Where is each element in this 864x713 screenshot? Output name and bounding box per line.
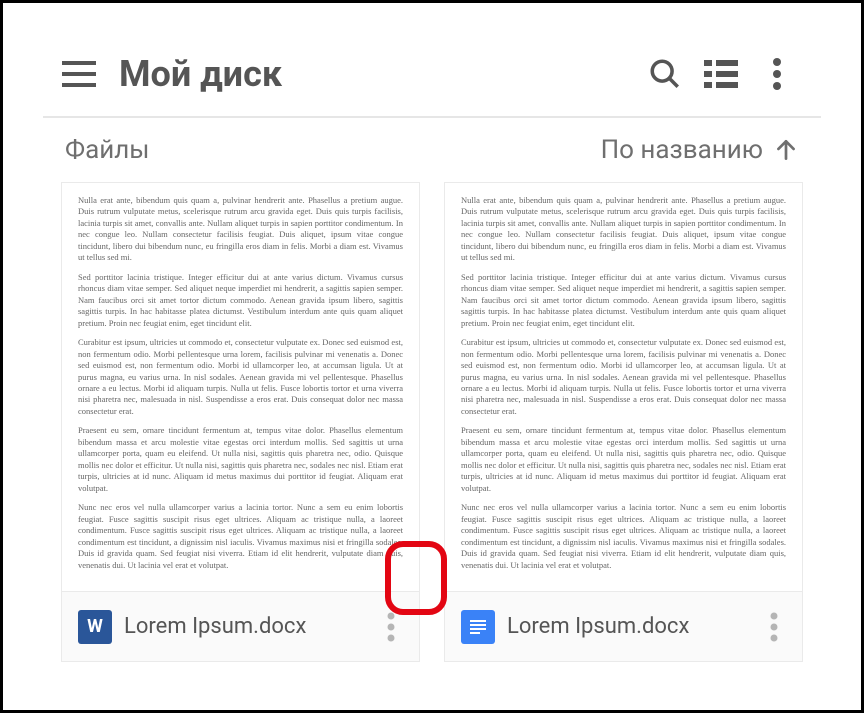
file-name: Lorem Ipsum.docx — [507, 614, 742, 639]
file-footer: W Lorem Ipsum.docx — [62, 591, 419, 661]
file-more-button[interactable] — [754, 601, 794, 653]
overflow-menu-icon[interactable] — [749, 46, 805, 102]
page-title: Мой диск — [119, 53, 282, 95]
file-footer: Lorem Ipsum.docx — [445, 591, 802, 661]
search-icon[interactable] — [637, 46, 693, 102]
app-bar: Мой диск — [43, 33, 821, 118]
section-bar: Файлы По названию — [43, 118, 821, 182]
word-doc-icon: W — [78, 610, 112, 644]
arrow-up-icon — [773, 137, 799, 163]
file-card[interactable]: Nulla erat ante, bibendum quis quam a, p… — [444, 182, 803, 662]
file-name: Lorem Ipsum.docx — [124, 614, 359, 639]
file-grid: Nulla erat ante, bibendum quis quam a, p… — [43, 182, 821, 680]
google-doc-icon — [461, 610, 495, 644]
sort-label: По названию — [601, 135, 763, 165]
file-thumbnail: Nulla erat ante, bibendum quis quam a, p… — [445, 183, 802, 591]
file-card[interactable]: Nulla erat ante, bibendum quis quam a, p… — [61, 182, 420, 662]
file-thumbnail: Nulla erat ante, bibendum quis quam a, p… — [62, 183, 419, 591]
list-view-icon[interactable] — [693, 46, 749, 102]
menu-icon[interactable] — [51, 46, 107, 102]
section-label: Файлы — [65, 135, 149, 165]
sort-button[interactable]: По названию — [601, 135, 799, 165]
file-more-button[interactable] — [371, 601, 411, 653]
